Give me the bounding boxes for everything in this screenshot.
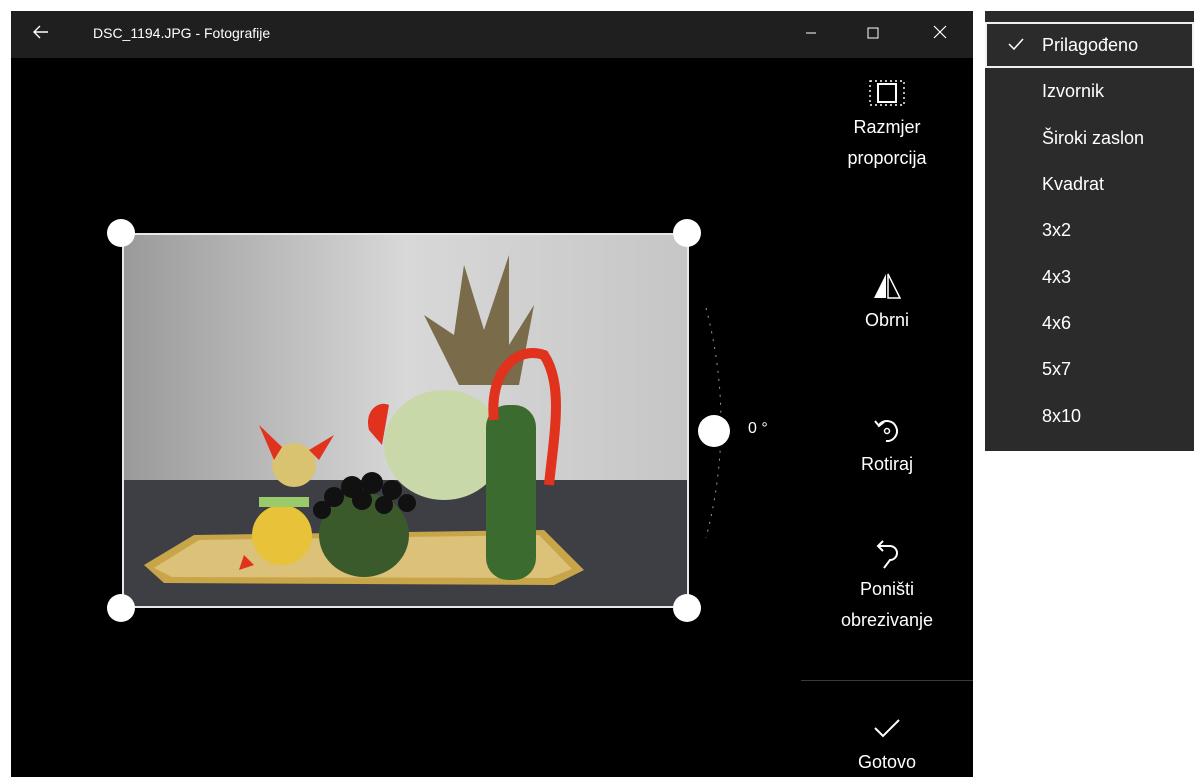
aspect-ratio-label-line1: Razmjer [853,117,921,137]
dropdown-item-square[interactable]: Kvadrat [985,161,1194,207]
done-label: Gotovo [857,752,917,772]
dropdown-item-label: Široki zaslon [1042,127,1145,148]
maximize-button[interactable] [849,11,896,58]
dropdown-item-label: 3x2 [1042,219,1072,240]
panel-divider [801,680,973,681]
dropdown-item-5x7[interactable]: 5x7 [985,346,1194,392]
dropdown-item-label: Prilagođeno [1042,34,1139,55]
reset-label-line2: obrezivanje [840,610,934,630]
dropdown-item-label: 4x3 [1042,266,1072,287]
dropdown-item-label: 4x6 [1042,312,1072,333]
rotate-button[interactable]: Rotiraj [801,415,973,480]
undo-icon [874,540,900,570]
minimize-button[interactable] [787,11,834,58]
done-button[interactable]: Gotovo [801,713,973,778]
reset-crop-button[interactable]: Poništi obrezivanje [801,540,973,636]
crop-canvas: 0 ° [11,58,801,777]
dropdown-item-8x10[interactable]: 8x10 [985,393,1194,439]
dropdown-item-3x2[interactable]: 3x2 [985,207,1194,253]
crop-handle-bottom-left[interactable] [107,594,135,622]
back-button[interactable] [17,11,64,58]
dropdown-item-label: Kvadrat [1042,173,1105,194]
window-title: DSC_1194.JPG - Fotografije [93,25,271,41]
dropdown-item-original[interactable]: Izvornik [985,68,1194,114]
close-icon [933,25,947,44]
dropdown-item-label: Izvornik [1042,80,1105,101]
aspect-ratio-dropdown: Prilagođeno Izvornik Široki zaslon Kvadr… [985,11,1194,451]
flip-label: Obrni [864,310,909,330]
dropdown-item-label: 8x10 [1042,405,1082,426]
back-arrow-icon [32,25,49,44]
rotation-angle-label: 0 ° [748,420,768,437]
crop-handle-top-left[interactable] [107,219,135,247]
crop-photo[interactable] [122,233,689,608]
dropdown-item-4x3[interactable]: 4x3 [985,254,1194,300]
title-bar: DSC_1194.JPG - Fotografije [11,11,973,58]
flip-icon [872,271,902,301]
aspect-ratio-label-line2: proporcija [847,148,927,168]
crop-handle-bottom-right[interactable] [673,594,701,622]
dropdown-item-4x6[interactable]: 4x6 [985,300,1194,346]
crop-handle-top-right[interactable] [673,219,701,247]
rotate-label: Rotiraj [860,454,913,474]
dropdown-item-widescreen[interactable]: Široki zaslon [985,115,1194,161]
rotation-dial-knob[interactable] [698,415,730,447]
dropdown-item-custom[interactable]: Prilagođeno [985,22,1194,68]
reset-label-line1: Poništi [859,579,915,599]
rotate-icon [872,415,902,445]
checkmark-icon [873,713,901,743]
minimize-icon [805,26,817,44]
photo-image [124,235,687,606]
maximize-icon [867,26,879,44]
aspect-ratio-button[interactable]: Razmjer proporcija [801,78,973,174]
flip-button[interactable]: Obrni [801,271,973,336]
close-button[interactable] [916,11,963,58]
photos-app-window: DSC_1194.JPG - Fotografije 0 ° Razmjer p… [11,11,973,777]
aspect-ratio-icon [869,78,905,108]
dropdown-item-label: 5x7 [1042,358,1072,379]
checkmark-icon [1007,35,1025,58]
edit-tools-panel: Razmjer proporcija Obrni Rotiraj Poništi… [801,58,973,777]
